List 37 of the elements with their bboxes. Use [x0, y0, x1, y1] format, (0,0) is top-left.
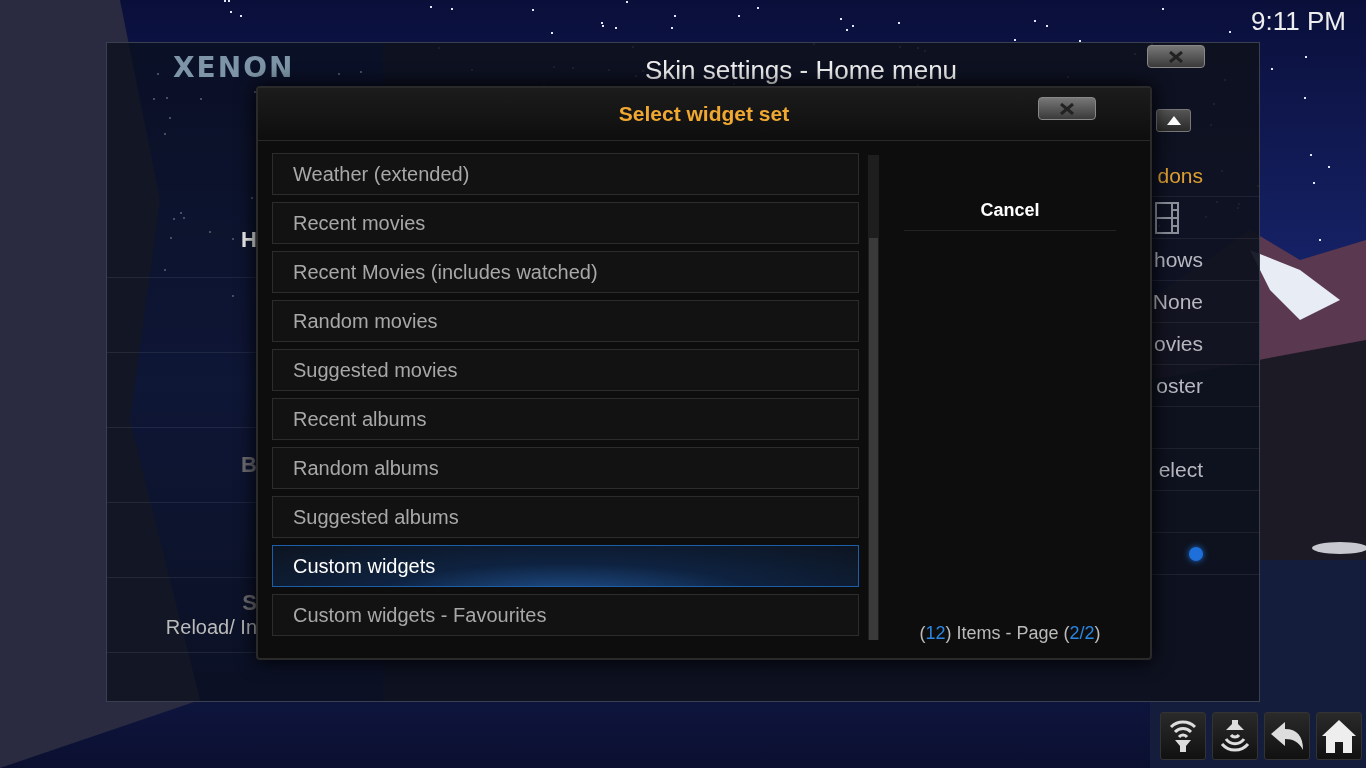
scroll-up-button[interactable] — [1156, 109, 1191, 132]
list-item[interactable]: Weather (extended) — [272, 153, 859, 195]
menu-label[interactable]: H — [241, 228, 257, 252]
close-icon — [1059, 102, 1075, 115]
setting-value[interactable]: dons — [1157, 163, 1203, 188]
clock: 9:11 PM — [1251, 6, 1346, 37]
home-icon[interactable] — [1316, 712, 1362, 760]
cancel-button[interactable]: Cancel — [904, 191, 1116, 231]
list-item[interactable]: Recent movies — [272, 202, 859, 244]
dialog-title: Select widget set — [618, 102, 790, 126]
setting-value[interactable]: ovies — [1153, 331, 1203, 356]
item-count: (12) Items - Page (2/2) — [918, 623, 1102, 644]
close-button[interactable] — [1147, 45, 1205, 68]
lamp-icon[interactable] — [1212, 712, 1258, 760]
setting-value[interactable]: elect — [1158, 457, 1203, 482]
list-item[interactable]: Suggested movies — [272, 349, 859, 391]
radio-dot[interactable] — [1189, 546, 1203, 561]
logo: XENON — [173, 51, 295, 84]
scrollbar[interactable] — [868, 155, 879, 640]
list-item[interactable]: Suggested albums — [272, 496, 859, 538]
setting-value[interactable]: None — [1152, 289, 1203, 314]
close-button[interactable] — [1038, 97, 1096, 120]
list-item[interactable]: Recent Movies (includes watched) — [272, 251, 859, 293]
list-item[interactable]: Random albums — [272, 447, 859, 489]
list-item[interactable]: Custom widgets - Favourites — [272, 594, 859, 636]
list-item[interactable]: Random movies — [272, 300, 859, 342]
setting-value[interactable]: oster — [1156, 373, 1203, 398]
list-item[interactable]: Recent albums — [272, 398, 859, 440]
setting-value[interactable]: hows — [1153, 247, 1203, 272]
list-item[interactable]: Custom widgets — [272, 545, 859, 587]
menu-sublabel: Reload/ In — [165, 615, 257, 639]
broadcast-icon[interactable] — [1160, 712, 1206, 760]
up-triangle-icon — [1166, 116, 1181, 125]
window-title: Skin settings - Home menu — [643, 53, 959, 87]
film-icon — [1155, 201, 1179, 234]
back-icon[interactable] — [1264, 712, 1310, 760]
close-icon — [1168, 50, 1184, 63]
